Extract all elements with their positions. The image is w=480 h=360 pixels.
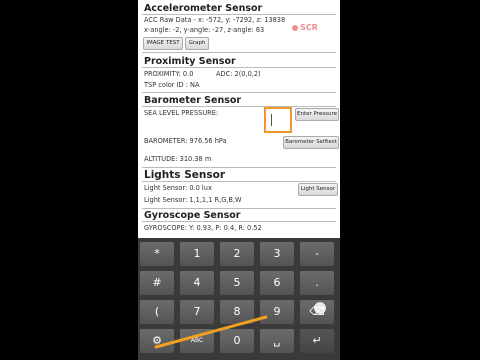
key-4[interactable]: 4 — [180, 271, 214, 295]
accelerometer-title: Accelerometer Sensor — [144, 3, 263, 14]
numeric-keyboard: * 1 2 3 - # 4 5 6 . ( 7 8 9 ⌫ ⚙ ABC 0 ␣ … — [138, 238, 340, 360]
screen-recorder-badge: SCR — [292, 23, 318, 32]
divider — [142, 52, 336, 53]
key-hash[interactable]: # — [140, 271, 174, 295]
record-icon — [292, 24, 298, 31]
barometer-selftest-button[interactable]: Barometer Selftest — [283, 136, 339, 149]
divider — [142, 167, 336, 168]
text-cursor — [271, 114, 272, 126]
key-6[interactable]: 6 — [260, 271, 294, 295]
proximity-value: PROXIMITY: 0.0 — [144, 70, 194, 78]
divider — [142, 208, 336, 209]
key-asterisk[interactable]: * — [140, 242, 174, 266]
key-7[interactable]: 7 — [180, 300, 214, 324]
barometer-reading: BAROMETER: 976.56 hPa — [144, 137, 227, 145]
key-9[interactable]: 9 — [260, 300, 294, 324]
key-8[interactable]: 8 — [220, 300, 254, 324]
light-sensor-button[interactable]: Light Sensor — [298, 183, 338, 196]
divider — [142, 106, 336, 107]
divider — [142, 92, 336, 93]
light-rgbw: Light Sensor: 1,1,1,1 R,G,B,W — [144, 196, 242, 204]
divider — [142, 67, 336, 68]
lights-title: Lights Sensor — [144, 169, 226, 181]
key-minus[interactable]: - — [300, 242, 334, 266]
enter-key[interactable]: ↵ — [300, 329, 334, 353]
key-period[interactable]: . — [300, 271, 334, 295]
key-2[interactable]: 2 — [220, 242, 254, 266]
space-key[interactable]: ␣ — [260, 329, 294, 353]
backspace-key[interactable]: ⌫ — [300, 300, 334, 324]
proximity-title: Proximity Sensor — [144, 56, 236, 67]
settings-key[interactable]: ⚙ — [140, 329, 174, 353]
gyroscope-reading: GYROSCOPE: Y: 0.93, P: 0.4, R: 0.52 — [144, 224, 262, 232]
divider — [142, 14, 336, 15]
key-paren[interactable]: ( — [140, 300, 174, 324]
sea-level-pressure-input[interactable] — [264, 107, 292, 133]
proximity-adc: ADC: 2(0,0,2) — [216, 70, 261, 78]
key-1[interactable]: 1 — [180, 242, 214, 266]
light-lux: Light Sensor: 0.0 lux — [144, 184, 212, 192]
divider — [142, 181, 336, 182]
altitude-reading: ALTITUDE: 310.38 m — [144, 155, 212, 163]
barometer-title: Barometer Sensor — [144, 95, 242, 106]
graph-button[interactable]: Graph — [185, 37, 209, 50]
key-0[interactable]: 0 — [220, 329, 254, 353]
image-test-button[interactable]: IMAGE TEST — [143, 37, 183, 50]
gear-icon: ⚙ — [152, 334, 162, 347]
enter-pressure-button[interactable]: Enter Pressure — [295, 108, 339, 121]
sensor-test-screen: Accelerometer Sensor ACC Raw Data - x: -… — [138, 0, 340, 360]
sea-level-label: SEA LEVEL PRESSURE: — [144, 109, 219, 117]
acc-angles: x-angle: -2, y-angle: -27, z-angle: 63 — [144, 26, 265, 34]
divider — [142, 221, 336, 222]
gyroscope-title: Gyroscope Sensor — [144, 210, 241, 221]
key-5[interactable]: 5 — [220, 271, 254, 295]
abc-key[interactable]: ABC — [180, 329, 214, 353]
acc-raw-data: ACC Raw Data - x: -572, y: -7292, z: 138… — [144, 16, 286, 24]
key-3[interactable]: 3 — [260, 242, 294, 266]
tsp-color-id: TSP color ID : NA — [144, 81, 200, 89]
